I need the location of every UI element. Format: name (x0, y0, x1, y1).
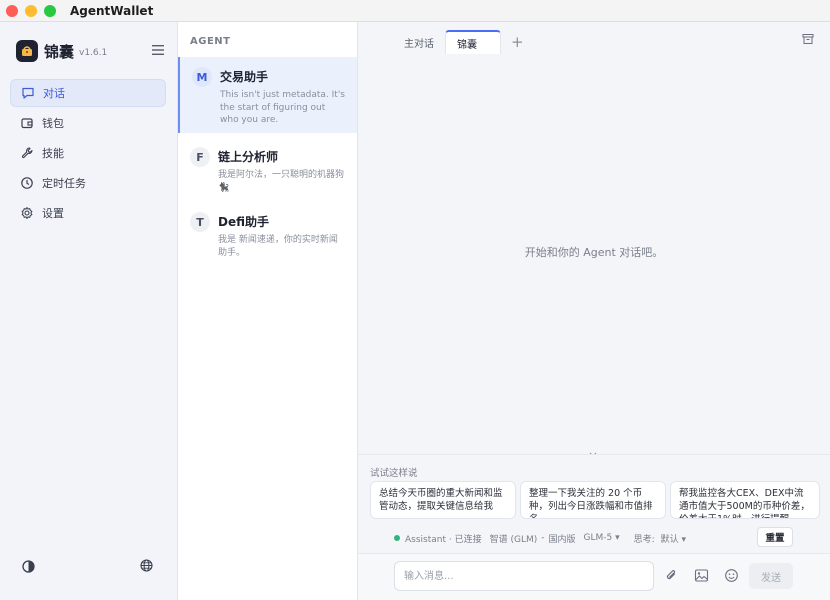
agent-list: AGENT M 交易助手 This isn't just metadata. I… (178, 22, 358, 600)
tab-jinnang[interactable]: 锦囊 (445, 30, 501, 54)
sidebar-item-label: 技能 (42, 147, 64, 160)
tab-bar: 主对话 锦囊 + (358, 22, 830, 54)
region-label: 国内版 (548, 534, 576, 545)
sidebar-item-skills[interactable]: 技能 (10, 139, 166, 167)
agent-item-defi-assistant[interactable]: T Defi助手 我是 新闻速递，你的实时新闻助手。 (178, 202, 357, 264)
suggestions-panel: 试试这样说 总结今天币圈的重大新闻和监管动态，提取关键信息给我 整理一下我关注的… (358, 454, 830, 600)
brand: 锦囊 v1.6.1 (16, 40, 107, 62)
sidebar-item-chat[interactable]: 对话 (10, 79, 166, 107)
agent-item-trading-assistant[interactable]: M 交易助手 This isn't just metadata. It's th… (178, 57, 357, 133)
title-bar: AgentWallet (0, 0, 830, 22)
message-input[interactable] (394, 561, 654, 591)
chat-main: 主对话 锦囊 + 开始和你的 Agent 对话吧。 试试这样说 总结今天币圈的重… (358, 22, 830, 600)
image-icon[interactable] (694, 568, 709, 583)
sidebar: 锦囊 v1.6.1 对话 钱包 技能 定时任务 设置 (0, 22, 178, 600)
add-tab-button[interactable]: + (511, 30, 524, 54)
agent-description: This isn't just metadata. It's the start… (220, 90, 345, 125)
tab-main-chat[interactable]: 主对话 (393, 30, 445, 54)
suggestions-label: 试试这样说 (370, 468, 418, 479)
suggestion-card[interactable]: 整理一下我关注的 20 个币种，列出今日涨跌幅和市值排名 (520, 481, 666, 519)
archive-icon[interactable] (802, 33, 814, 45)
clock-icon (21, 177, 33, 189)
sidebar-item-scheduled-tasks[interactable]: 定时任务 (10, 169, 166, 197)
sidebar-item-label: 钱包 (42, 117, 64, 130)
agent-item-onchain-analyst[interactable]: F 链上分析师 我是阿尔法，一只聪明的机器狗🐈‍⬛ (178, 137, 357, 199)
sidebar-item-label: 对话 (43, 87, 65, 100)
think-select[interactable]: 默认 ▾ (661, 532, 686, 545)
empty-chat-message: 开始和你的 Agent 对话吧。 (524, 246, 664, 259)
attachment-icon[interactable] (664, 568, 679, 583)
sidebar-item-wallet[interactable]: 钱包 (10, 109, 166, 137)
sidebar-item-label: 定时任务 (42, 177, 86, 190)
agent-description: 我是阿尔法，一只聪明的机器狗🐈‍⬛ (218, 170, 345, 193)
agent-name: Defi助手 (218, 215, 269, 229)
sidebar-nav: 对话 钱包 技能 定时任务 设置 (10, 79, 166, 229)
agent-avatar: F (190, 147, 210, 167)
suggestion-card[interactable]: 总结今天币圈的重大新闻和监管动态，提取关键信息给我 (370, 481, 516, 519)
provider-label: 智谱 (GLM) (489, 534, 538, 545)
brand-version: v1.6.1 (79, 48, 108, 58)
model-select[interactable]: GLM-5 ▾ (584, 533, 620, 543)
wrench-icon (21, 147, 33, 159)
assistant-status: Assistant · 已连接 (405, 534, 482, 545)
think-label: 思考: (633, 534, 655, 545)
globe-icon[interactable] (139, 558, 154, 573)
close-window-button[interactable] (6, 4, 18, 17)
sidebar-item-settings[interactable]: 设置 (10, 199, 166, 227)
gear-icon (21, 207, 33, 219)
menu-icon[interactable] (151, 44, 165, 56)
minimize-window-button[interactable] (25, 4, 37, 17)
send-button[interactable]: 发送 (749, 563, 793, 589)
theme-toggle-icon[interactable] (21, 559, 36, 574)
agent-avatar: T (190, 212, 210, 232)
composer: 发送 (358, 553, 830, 600)
agent-list-header: AGENT (190, 36, 231, 47)
model-status-bar: Assistant · 已连接 智谱 (GLM) - 国内版 GLM-5 ▾ 思… (394, 530, 686, 546)
agent-avatar: M (192, 67, 212, 87)
agent-name: 链上分析师 (218, 150, 279, 164)
agent-name: 交易助手 (220, 70, 269, 84)
sidebar-item-label: 设置 (42, 207, 64, 220)
brand-name: 锦囊 (44, 42, 75, 61)
chat-icon (22, 87, 34, 99)
suggestion-card[interactable]: 帮我监控各大CEX、DEX中流通市值大于500M的币种价差，价差大于1%时，进行… (670, 481, 820, 519)
agent-description: 我是 新闻速递，你的实时新闻助手。 (218, 235, 338, 258)
window-title: AgentWallet (70, 3, 154, 18)
connection-status-icon (394, 535, 400, 541)
reset-button[interactable]: 重置 (757, 527, 793, 547)
emoji-icon[interactable] (724, 568, 739, 583)
wallet-icon (21, 118, 33, 129)
window-controls (6, 4, 56, 17)
separator: - (541, 533, 545, 543)
brand-logo-icon (16, 40, 38, 62)
maximize-window-button[interactable] (44, 4, 56, 17)
